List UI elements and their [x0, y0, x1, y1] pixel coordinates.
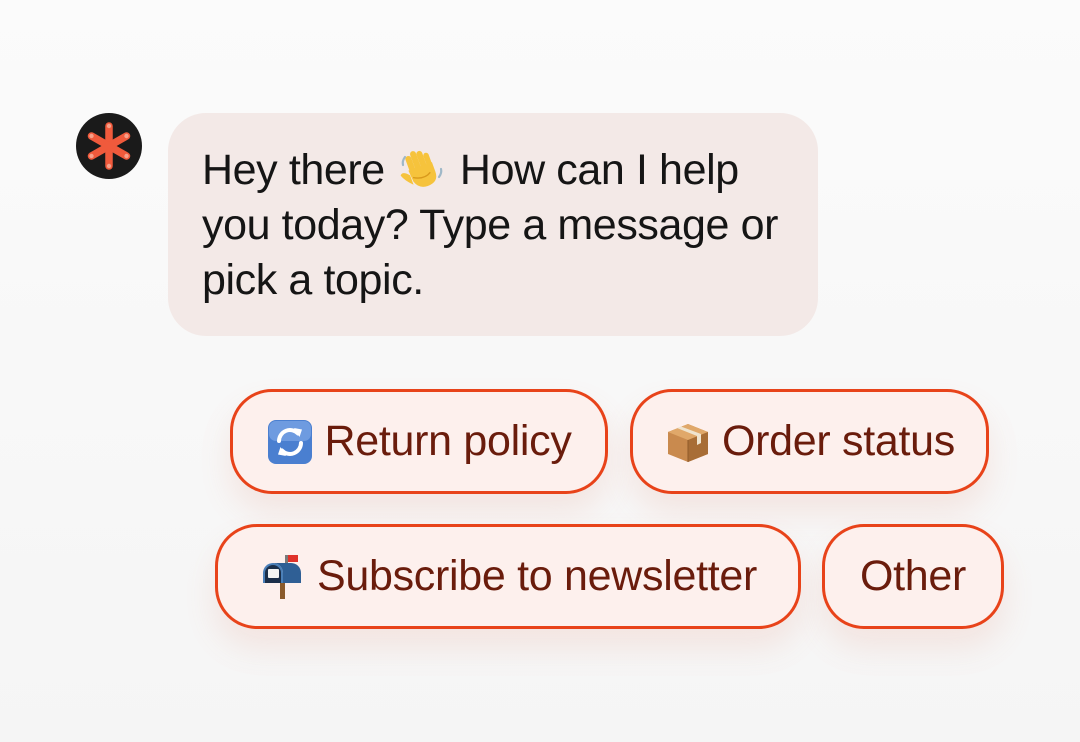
- chat-window: Hey there How can I help you today? Type…: [0, 0, 1080, 742]
- order-status-button[interactable]: Order status: [630, 389, 989, 494]
- subscribe-newsletter-label: Subscribe to newsletter: [316, 552, 758, 600]
- return-policy-button[interactable]: Return policy: [230, 389, 608, 494]
- subscribe-newsletter-button[interactable]: Subscribe to newsletter: [215, 524, 801, 629]
- greeting-text-start: Hey there: [202, 146, 385, 194]
- order-status-label: Order status: [722, 417, 955, 465]
- other-label: Other: [859, 552, 967, 600]
- asterisk-logo-icon: [87, 122, 131, 170]
- mailbox-icon: [262, 554, 301, 599]
- return-policy-label: Return policy: [324, 417, 572, 465]
- counterclockwise-arrows-icon: [268, 419, 313, 464]
- bot-message-bubble: Hey there How can I help you today? Type…: [168, 113, 818, 336]
- waving-hand-icon: [401, 150, 443, 187]
- bot-avatar: [76, 113, 142, 179]
- other-button[interactable]: Other: [822, 524, 1004, 629]
- package-icon: [668, 423, 708, 462]
